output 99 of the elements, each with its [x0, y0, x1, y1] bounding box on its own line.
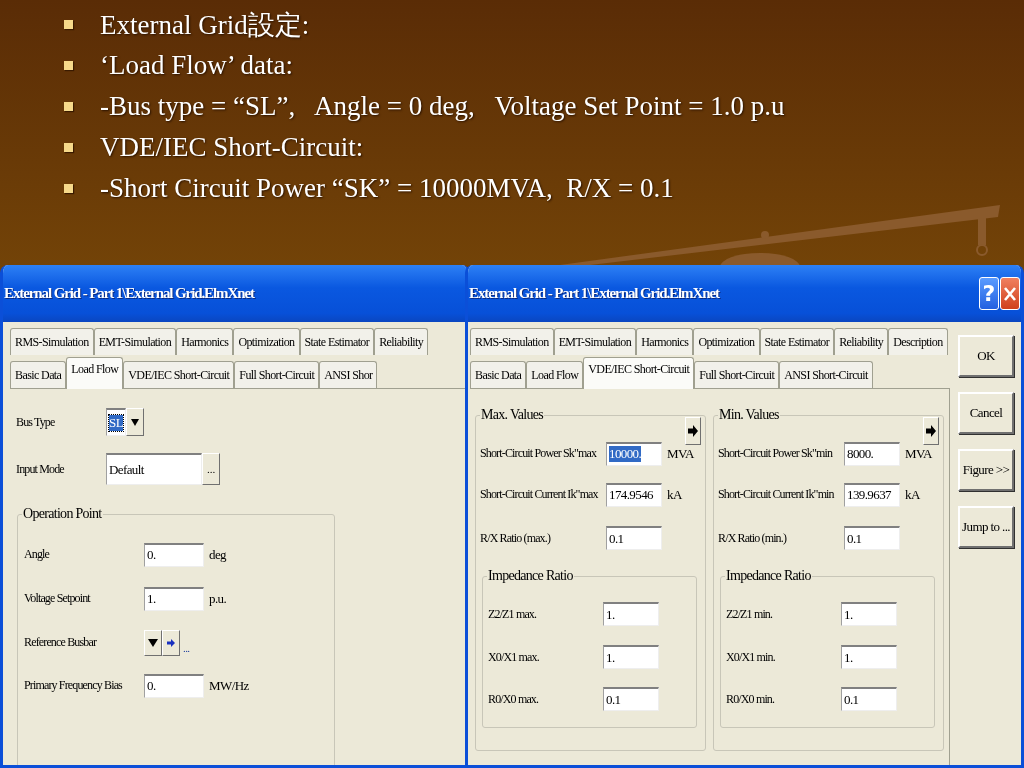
bullet-text: VDE/IEC Short-Circuit: [100, 132, 364, 163]
tab[interactable]: RMS-Simulation [470, 328, 554, 355]
bullet-icon [64, 143, 73, 152]
tab[interactable]: VDE/IEC Short-Circuit [583, 357, 695, 389]
tab[interactable]: Load Flow [66, 357, 124, 389]
close-button[interactable] [1000, 277, 1020, 310]
caret-icon [131, 418, 139, 426]
dialog-button[interactable]: Cancel [958, 392, 1014, 434]
number-field[interactable]: 10000. [606, 441, 662, 466]
text-field[interactable]: Default [106, 453, 202, 485]
unit-label: MVA [667, 445, 694, 462]
number-field[interactable]: 174.9546 [606, 482, 662, 507]
field-label: Angle [24, 547, 51, 562]
tab[interactable]: State Estimator [299, 328, 375, 355]
number-field[interactable]: 1. [144, 586, 204, 611]
number-field[interactable]: 0.1 [841, 687, 897, 711]
dropdown-button[interactable] [126, 408, 144, 436]
unit-label: kA [905, 486, 920, 503]
unit-label: MW/Hz [209, 677, 249, 694]
select-button[interactable] [162, 629, 180, 656]
tab[interactable]: Full Short-Circuit [234, 361, 320, 388]
unit-label: kA [667, 486, 682, 503]
caret-icon [148, 638, 158, 647]
arrow-icon [926, 425, 936, 437]
tab[interactable]: Reliability [374, 328, 429, 355]
arrow-button[interactable] [923, 417, 939, 445]
arrow-button[interactable] [685, 417, 701, 445]
number-field[interactable]: 0. [144, 673, 204, 698]
number-field[interactable]: 1. [841, 602, 897, 626]
tab[interactable]: ANSI Shor [319, 361, 378, 388]
bullet-icon [64, 184, 73, 193]
unit-label: deg [209, 546, 226, 563]
browse-link[interactable]: ... [183, 642, 190, 664]
tab[interactable]: VDE/IEC Short-Circuit [123, 361, 235, 388]
field-label: R0/X0 min. [726, 691, 776, 707]
field-label: Bus Type [16, 414, 56, 430]
field-label: Z2/Z1 min. [726, 606, 774, 622]
field-label: R0/X0 max. [488, 691, 540, 707]
tab[interactable]: Optimization [693, 328, 760, 355]
field-label: Input Mode [16, 461, 65, 477]
bullet-icon [64, 102, 73, 111]
group-title: Impedance Ratio [487, 567, 574, 585]
tab[interactable]: Basic Data [470, 361, 527, 388]
number-field[interactable]: 139.9637 [844, 482, 900, 507]
group-title: Operation Point [22, 505, 103, 523]
tab[interactable]: Optimization [233, 328, 300, 355]
number-field[interactable]: 1. [603, 602, 659, 626]
unit-label: p.u. [209, 590, 227, 607]
tab[interactable]: EMT-Simulation [553, 328, 637, 355]
number-field[interactable]: 0.1 [844, 526, 900, 550]
browse-button[interactable]: ... [202, 453, 220, 485]
close-icon [1004, 286, 1016, 301]
window-title: External Grid - Part 1\External Grid.ElmXnet [4, 285, 256, 302]
bullet-text: ‘Load Flow’ data: [100, 50, 293, 81]
tab[interactable]: Reliability [834, 328, 889, 355]
field-label: Primary Frequency Bias [24, 678, 124, 693]
dropdown-button[interactable] [144, 629, 162, 656]
help-button[interactable]: ? [979, 277, 999, 310]
tab[interactable]: RMS-Simulation [10, 328, 94, 355]
arrow-icon [688, 425, 698, 437]
number-field[interactable]: 1. [603, 645, 659, 669]
field-label: R/X Ratio (max.) [480, 530, 552, 546]
number-field[interactable]: 0.1 [603, 687, 659, 711]
number-field[interactable]: 0.1 [606, 526, 662, 550]
tab[interactable]: Harmonics [176, 328, 234, 355]
field-label: Short-Circuit Current Ik"max [480, 487, 599, 502]
field-label: Z2/Z1 max. [488, 606, 538, 622]
dialog-button[interactable]: Jump to ... [958, 506, 1014, 548]
window-title: External Grid - Part 1\External Grid.ElmXnet [469, 285, 721, 302]
dialog-button[interactable]: OK [958, 335, 1014, 377]
tab[interactable]: Full Short-Circuit [694, 361, 780, 388]
tab[interactable]: EMT-Simulation [93, 328, 177, 355]
field-label: X0/X1 max. [488, 649, 540, 665]
bullet-icon [64, 61, 73, 70]
group-title: Impedance Ratio [725, 567, 812, 585]
bullet-text: -Short Circuit Power “SK” = 10000MVA, R/X = 0.1 [100, 173, 674, 204]
dropdown-field[interactable]: SL [106, 408, 126, 436]
tab[interactable]: ANSI Short-Circuit [779, 361, 873, 388]
field-label: Short-Circuit Power Sk"max [480, 446, 598, 461]
arrow-icon [167, 638, 175, 647]
bullet-text: -Bus type = “SL”, Angle = 0 deg, Voltage Set Point = 1.0 p.u [100, 91, 785, 122]
bullet-icon [64, 20, 73, 29]
field-label: Voltage Setpoint [24, 591, 92, 606]
bullet-text: External Grid設定: [100, 8, 310, 42]
number-field[interactable]: 8000. [844, 441, 900, 466]
tab[interactable]: State Estimator [759, 328, 835, 355]
tab[interactable]: Description [888, 328, 948, 355]
field-label: X0/X1 min. [726, 649, 776, 665]
dialog-button[interactable]: Figure >> [958, 449, 1014, 491]
tab[interactable]: Basic Data [10, 361, 67, 388]
field-label: R/X Ratio (min.) [718, 530, 788, 546]
number-field[interactable]: 1. [841, 645, 897, 669]
field-label: Reference Busbar [24, 635, 98, 650]
tab[interactable]: Harmonics [636, 328, 694, 355]
tab[interactable]: Load Flow [526, 361, 584, 388]
field-label: Short-Circuit Current Ik"min [718, 487, 835, 502]
number-field[interactable]: 0. [144, 542, 204, 567]
field-label: Short-Circuit Power Sk"min [718, 446, 834, 461]
unit-label: MVA [905, 445, 932, 462]
